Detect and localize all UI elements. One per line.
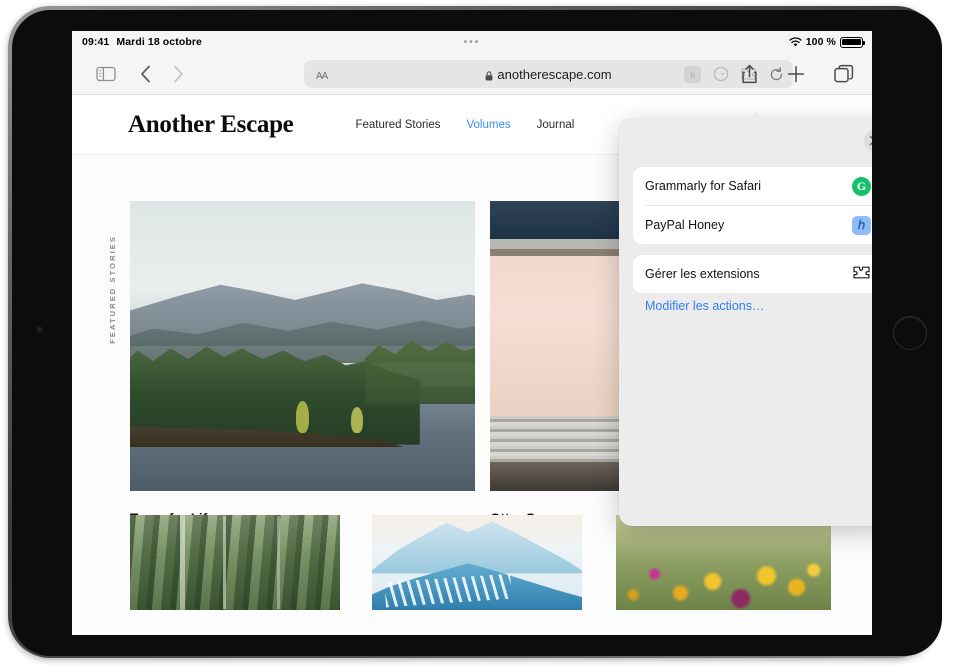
thumbnail-row bbox=[72, 515, 872, 635]
lock-icon bbox=[485, 69, 493, 79]
more-dots-icon[interactable]: ••• bbox=[464, 37, 481, 48]
photo-lake-art bbox=[130, 201, 475, 491]
lake-forest-mountains-photo[interactable]: THE NATURAL WORLD VOLUME bbox=[130, 201, 475, 491]
toolbar-right-actions bbox=[741, 64, 854, 84]
extensions-popover: Grammarly for Safari G PayPal Honey ℎ Gé… bbox=[619, 119, 872, 526]
nav-item-journal[interactable]: Journal bbox=[537, 119, 575, 131]
popover-edit-actions-link[interactable]: Modifier les actions… bbox=[645, 299, 765, 313]
puzzle-piece-icon bbox=[852, 265, 871, 283]
card-trees-for-life[interactable]: THE NATURAL WORLD VOLUME Trees for Life bbox=[130, 201, 475, 526]
popover-item-paypal-honey-label: PayPal Honey bbox=[645, 218, 724, 232]
thumb-blue-mountain[interactable] bbox=[372, 515, 582, 610]
paypal-honey-icon[interactable]: h bbox=[684, 66, 701, 83]
url-bar[interactable]: AA anotherescape.com h bbox=[304, 60, 793, 88]
status-bar-right: 100 % bbox=[789, 36, 863, 48]
popover-item-manage-extensions[interactable]: Gérer les extensions bbox=[633, 255, 872, 293]
sidebar-icon[interactable] bbox=[96, 66, 116, 82]
front-camera bbox=[36, 326, 43, 333]
url-text: anotherescape.com bbox=[497, 67, 611, 82]
svg-text:h: h bbox=[690, 69, 695, 79]
popover-item-paypal-honey[interactable]: PayPal Honey ℎ bbox=[633, 206, 872, 244]
popover-manage-label: Gérer les extensions bbox=[645, 267, 760, 281]
blue-mountain-illustration bbox=[372, 515, 582, 610]
popover-extensions-group: Grammarly for Safari G PayPal Honey ℎ bbox=[633, 167, 872, 244]
device-screen: 09:41 Mardi 18 octobre ••• 100 % bbox=[72, 31, 872, 635]
popover-item-grammarly-label: Grammarly for Safari bbox=[645, 179, 761, 193]
thumb-wildflowers[interactable] bbox=[616, 515, 831, 610]
nav-item-volumes[interactable]: Volumes bbox=[467, 119, 511, 131]
grammarly-icon[interactable] bbox=[712, 66, 729, 83]
ipad-device: 09:41 Mardi 18 octobre ••• 100 % bbox=[0, 0, 963, 665]
paypal-honey-icon: ℎ bbox=[852, 216, 871, 235]
battery-full-icon bbox=[840, 37, 863, 48]
wifi-icon bbox=[789, 37, 802, 47]
grammarly-icon: G bbox=[852, 177, 871, 196]
thumb-green-forest[interactable] bbox=[130, 515, 340, 610]
home-button[interactable] bbox=[893, 316, 927, 350]
plus-icon[interactable] bbox=[787, 65, 805, 83]
share-icon[interactable] bbox=[741, 64, 758, 84]
chevron-right-icon[interactable] bbox=[173, 65, 184, 83]
close-icon[interactable] bbox=[864, 130, 872, 151]
nav-item-featured-stories[interactable]: Featured Stories bbox=[355, 119, 440, 131]
popover-item-grammarly[interactable]: Grammarly for Safari G bbox=[633, 167, 872, 205]
wildflowers-photo bbox=[616, 515, 831, 610]
status-bar: 09:41 Mardi 18 octobre ••• 100 % bbox=[72, 31, 872, 53]
green-forest-photo bbox=[130, 515, 340, 610]
status-bar-center: ••• bbox=[72, 36, 872, 48]
browser-toolbar: AA anotherescape.com h bbox=[72, 53, 872, 95]
site-nav: Featured Stories Volumes Journal bbox=[355, 119, 574, 131]
battery-percent: 100 % bbox=[806, 36, 836, 48]
chevron-left-icon[interactable] bbox=[140, 65, 151, 83]
site-logo[interactable]: Another Escape bbox=[128, 111, 293, 139]
popover-manage-group: Gérer les extensions bbox=[633, 255, 872, 293]
tabs-overview-icon[interactable] bbox=[834, 64, 854, 84]
